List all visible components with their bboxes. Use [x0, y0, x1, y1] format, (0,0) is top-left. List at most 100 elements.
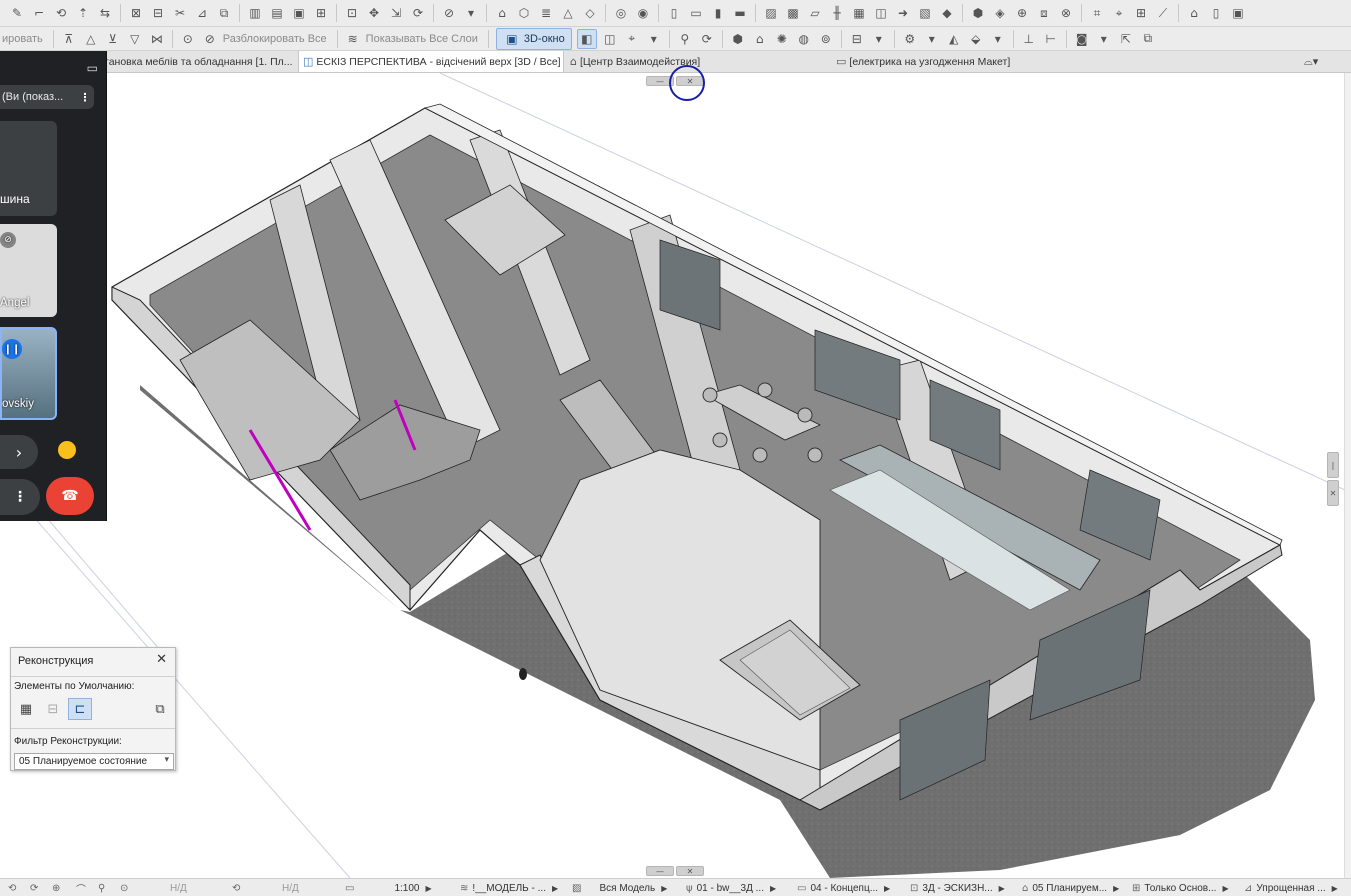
label-icon[interactable]: ⊗: [1057, 4, 1075, 22]
chevron-down-icon[interactable]: ▾: [1095, 30, 1113, 48]
scale-control[interactable]: ▭ 1:100 ▶: [345, 881, 432, 895]
renovation-settings-icon[interactable]: ⧉: [148, 698, 172, 720]
self-view-bar[interactable]: (Ви (показ... ⋮: [0, 85, 94, 109]
window-icon[interactable]: ▭: [687, 4, 705, 22]
zoom-in-icon[interactable]: ⊕: [52, 881, 64, 895]
wall-icon[interactable]: ▩: [784, 4, 802, 22]
hatch-icon[interactable]: ▨: [762, 4, 780, 22]
sphere2-icon[interactable]: ◉: [634, 4, 652, 22]
ungroup-icon[interactable]: ⊞: [312, 4, 330, 22]
partial-structure-control[interactable]: ⊿ Упрощенная ... ▶: [1244, 881, 1338, 895]
split-icon[interactable]: ✂: [171, 4, 189, 22]
walk-icon[interactable]: ⚲: [676, 30, 694, 48]
link-icon[interactable]: ⊘: [440, 4, 458, 22]
more-options-icon[interactable]: ⋮: [76, 91, 94, 104]
layers-icon[interactable]: ≋: [344, 30, 362, 48]
section-icon[interactable]: ⬡: [515, 4, 533, 22]
align-icon[interactable]: ▤: [268, 4, 286, 22]
3d-style-control[interactable]: ⊡ 3Д - ЭСКИЗН... ▶: [910, 881, 1005, 895]
mesh-icon[interactable]: ⬢: [969, 4, 987, 22]
new-status-icon[interactable]: ⊏: [68, 698, 92, 720]
existing-status-icon[interactable]: ▦: [14, 698, 38, 720]
orbit-icon[interactable]: ⌒: [76, 881, 90, 896]
cube-icon[interactable]: ◫: [601, 30, 619, 48]
participant-tile[interactable]: шина: [0, 121, 57, 216]
beam-icon[interactable]: ▬: [731, 4, 749, 22]
home-view-icon[interactable]: ⌂: [751, 30, 769, 48]
3d-window-button[interactable]: ▣ 3D-окно: [495, 27, 572, 50]
column-icon[interactable]: ▮: [709, 4, 727, 22]
lamp-icon[interactable]: ⊕: [1013, 4, 1031, 22]
orbit-icon[interactable]: ⟳: [698, 30, 716, 48]
camera-icon[interactable]: ▭: [87, 61, 98, 75]
adjust-icon[interactable]: ⊿: [193, 4, 211, 22]
snapshot-icon[interactable]: ◙: [1073, 30, 1091, 48]
structure-display-control[interactable]: ⊞ Только Основ... ▶: [1132, 881, 1229, 895]
explode-icon[interactable]: ⬙: [967, 30, 985, 48]
splitter-handle-right-bottom[interactable]: ✕: [1327, 480, 1339, 506]
skylight-icon[interactable]: ◫: [872, 4, 890, 22]
zone-icon[interactable]: ▧: [916, 4, 934, 22]
rotate-copy-icon[interactable]: ⟳: [409, 4, 427, 22]
show-all-layers-button[interactable]: Показывать Все Слои: [366, 33, 478, 45]
tab-electrical-layout[interactable]: ▭ [електрика на узгодження Макет]: [832, 51, 1100, 72]
renovation-filter-select[interactable]: 05 Планируемое состояние ▾: [14, 753, 174, 770]
splitter-handle-bottom-left[interactable]: —: [646, 866, 674, 876]
call-more-button[interactable]: ⋮: [0, 479, 40, 515]
arrow-icon[interactable]: ➜: [894, 4, 912, 22]
teamwork-icon[interactable]: ⧉: [1139, 30, 1157, 48]
measure-icon[interactable]: ⊢: [1042, 30, 1060, 48]
rotate-view-icon[interactable]: ⟲: [232, 881, 244, 895]
object-icon[interactable]: ◈: [991, 4, 1009, 22]
group-icon[interactable]: ▣: [290, 4, 308, 22]
next-page-button[interactable]: ›: [0, 435, 38, 469]
elevate-icon[interactable]: ⇡: [74, 4, 92, 22]
filter-icon[interactable]: ⊚: [817, 30, 835, 48]
close-icon[interactable]: ✕: [156, 652, 167, 667]
walk-icon[interactable]: ⚲: [98, 881, 109, 895]
sphere-icon[interactable]: ◎: [612, 4, 630, 22]
trim-icon[interactable]: ⊟: [149, 4, 167, 22]
mirror-icon[interactable]: ⇆: [96, 4, 114, 22]
end-call-button[interactable]: ☎: [46, 477, 94, 515]
cutting-plane-icon[interactable]: ⊟: [848, 30, 866, 48]
chevron-down-icon[interactable]: ▾: [923, 30, 941, 48]
bowtie-icon[interactable]: ⋈: [148, 30, 166, 48]
text-icon[interactable]: ⊞: [1132, 4, 1150, 22]
line-icon[interactable]: ⟋: [1154, 4, 1172, 22]
unlock-all-button[interactable]: Разблокировать Все: [223, 33, 327, 45]
polyline-icon[interactable]: ⌐: [30, 4, 48, 22]
zoom-fit-icon[interactable]: ⊙: [120, 881, 132, 895]
layer-combo-control[interactable]: ≋ !__МОДЕЛЬ - ... ▶: [460, 881, 558, 895]
chevron-down-icon[interactable]: ▾: [462, 4, 480, 22]
house-icon[interactable]: ⌂: [493, 4, 511, 22]
settings-icon[interactable]: ⚙: [901, 30, 919, 48]
align-top-icon[interactable]: ⊼: [60, 30, 78, 48]
lock-icon[interactable]: ⊙: [179, 30, 197, 48]
3d-viewport[interactable]: [0, 73, 1345, 878]
navigate-icon[interactable]: ⌖: [623, 30, 641, 48]
unlock-icon[interactable]: ⊘: [201, 30, 219, 48]
participant-tile[interactable]: ⊘ Angel: [0, 224, 57, 317]
viewport-scrollbar[interactable]: [1344, 73, 1351, 878]
sun-icon[interactable]: ✺: [773, 30, 791, 48]
redo-icon[interactable]: ⟳: [30, 881, 42, 895]
fill-icon[interactable]: ◆: [938, 4, 956, 22]
pen-set-control[interactable]: ψ 01 - bw__3Д ... ▶: [686, 881, 776, 895]
dimension-icon[interactable]: ⌗: [1088, 4, 1106, 22]
renovation-filter-control[interactable]: ⌂ 05 Планируем... ▶: [1022, 881, 1119, 895]
triangle-down-icon[interactable]: ▽: [126, 30, 144, 48]
triangle-up-icon[interactable]: △: [82, 30, 100, 48]
stack-icon[interactable]: ⊥: [1020, 30, 1038, 48]
parallel-view-icon[interactable]: ◧: [576, 28, 597, 49]
worksheet-icon[interactable]: ▣: [1229, 4, 1247, 22]
move-icon[interactable]: ✥: [365, 4, 383, 22]
intersect-icon[interactable]: ⊠: [127, 4, 145, 22]
slab-icon[interactable]: ▱: [806, 4, 824, 22]
splitter-handle-bottom-right[interactable]: ✕: [676, 866, 704, 876]
render-icon[interactable]: ◍: [795, 30, 813, 48]
railing-icon[interactable]: ╫: [828, 4, 846, 22]
layout-icon[interactable]: ⊡: [343, 4, 361, 22]
model-view-control[interactable]: ▨ Вся Модель ▶: [572, 881, 667, 895]
demolish-status-icon[interactable]: ⊟: [41, 698, 65, 720]
